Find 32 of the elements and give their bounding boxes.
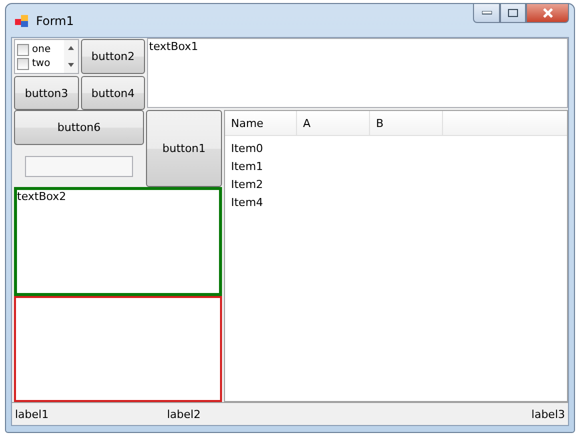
checked-list-box[interactable]: one two <box>14 39 79 74</box>
form-button[interactable]: button3 <box>14 76 79 110</box>
column-header[interactable]: A <box>297 111 370 135</box>
minimize-icon <box>482 11 492 15</box>
maximize-icon <box>508 9 518 17</box>
scroll-down-icon[interactable] <box>68 62 74 67</box>
status-label: label1 <box>15 408 50 420</box>
checklist-item[interactable]: two <box>17 56 62 70</box>
list-item[interactable]: Item1 <box>225 158 567 176</box>
status-label: label3 <box>531 408 565 420</box>
list-view[interactable]: Name A B Item0 Item1 Item2 Item4 <box>224 110 568 402</box>
form-button[interactable]: button2 <box>81 39 145 74</box>
app-icon <box>15 14 29 28</box>
checklist-item[interactable]: one <box>17 42 62 56</box>
text-box[interactable]: textBox1 <box>147 38 568 108</box>
column-header[interactable]: Name <box>225 111 297 135</box>
form-button[interactable]: button6 <box>14 110 144 145</box>
window-title: Form1 <box>36 14 74 28</box>
form-button[interactable]: button4 <box>81 76 145 110</box>
close-button[interactable] <box>526 4 569 23</box>
maximize-button[interactable] <box>500 4 526 23</box>
minimize-button[interactable] <box>473 4 500 23</box>
list-item[interactable]: Item2 <box>225 176 567 194</box>
form-button[interactable]: button1 <box>146 110 222 187</box>
text-box[interactable]: textBox2 <box>14 187 222 296</box>
input-field[interactable] <box>25 156 133 177</box>
list-item[interactable]: Item0 <box>225 140 567 158</box>
close-icon <box>542 8 554 18</box>
list-item[interactable]: Item4 <box>225 194 567 212</box>
column-header[interactable]: B <box>370 111 443 135</box>
scroll-up-icon[interactable] <box>68 46 74 50</box>
status-label: label2 <box>167 408 201 420</box>
